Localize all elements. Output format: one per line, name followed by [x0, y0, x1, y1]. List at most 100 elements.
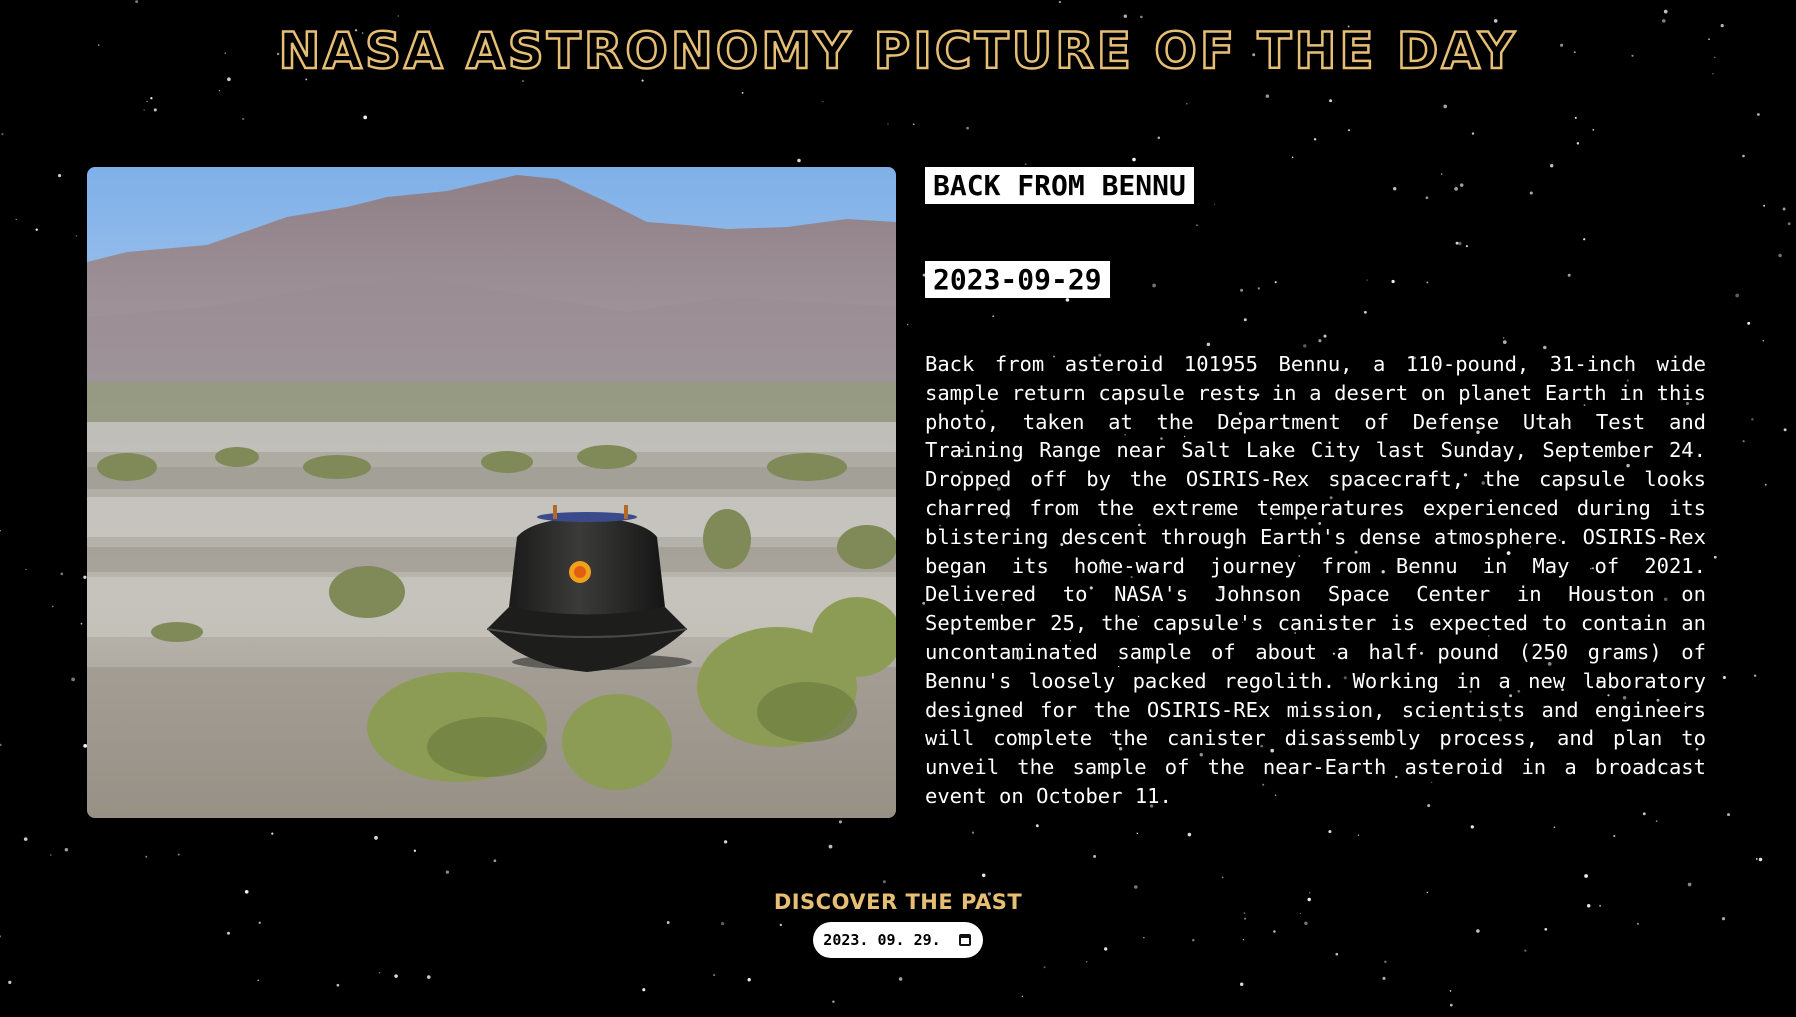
- star: [1382, 976, 1386, 980]
- star: [50, 854, 52, 856]
- star: [1764, 483, 1767, 486]
- star: [336, 983, 340, 987]
- star: [1123, 14, 1127, 18]
- star: [1470, 825, 1474, 829]
- star: [1035, 824, 1039, 828]
- star: [1742, 154, 1745, 158]
- star: [1265, 94, 1270, 98]
- discover-section: DISCOVER THE PAST 2023. 09. 29.: [0, 890, 1796, 958]
- star: [271, 832, 274, 835]
- star: [1758, 857, 1763, 862]
- star: [153, 108, 157, 112]
- star: [8, 980, 12, 985]
- star: [713, 974, 716, 977]
- star: [15, 218, 17, 221]
- star: [1613, 834, 1616, 838]
- star: [1291, 156, 1294, 158]
- star: [1762, 339, 1765, 342]
- star: [1093, 854, 1097, 858]
- star: [1187, 832, 1192, 837]
- star: [747, 978, 751, 982]
- star: [143, 109, 145, 111]
- star: [1471, 132, 1475, 135]
- star: [1443, 104, 1447, 109]
- star: [1787, 222, 1791, 226]
- page-title: NASA ASTRONOMY PICTURE OF THE DAY: [277, 21, 1518, 82]
- star: [135, 0, 139, 3]
- star: [822, 101, 824, 103]
- star: [64, 847, 69, 852]
- star: [1755, 858, 1758, 860]
- star: [1021, 995, 1024, 997]
- date-picker-input[interactable]: 2023. 09. 29.: [813, 922, 983, 958]
- star: [1239, 982, 1244, 987]
- star: [797, 158, 801, 163]
- star: [1043, 966, 1046, 969]
- star: [242, 117, 245, 121]
- star: [1, 132, 4, 136]
- star: [1687, 882, 1692, 887]
- star: [1655, 820, 1658, 822]
- star: [1576, 142, 1580, 145]
- star: [1449, 990, 1452, 992]
- star: [25, 568, 27, 571]
- star: [906, 323, 909, 326]
- star: [882, 880, 886, 884]
- apod-date: 2023-09-29: [925, 261, 1110, 298]
- star: [145, 855, 148, 858]
- star: [218, 90, 221, 92]
- star: [971, 831, 975, 834]
- apod-title: BACK FROM BENNU: [925, 167, 1194, 204]
- star: [1735, 293, 1740, 298]
- apod-info: BACK FROM BENNU 2023-09-29 Back from ast…: [925, 167, 1706, 811]
- star: [1553, 826, 1556, 829]
- star: [1663, 9, 1668, 14]
- star: [1742, 440, 1745, 443]
- star: [397, 15, 399, 17]
- star: [1024, 163, 1027, 166]
- star: [1132, 157, 1136, 162]
- star: [23, 837, 28, 841]
- star: [898, 977, 903, 981]
- star: [493, 859, 497, 863]
- star: [838, 820, 842, 824]
- star: [1329, 99, 1333, 103]
- star: [642, 988, 646, 992]
- star: [1778, 253, 1782, 258]
- star: [1313, 138, 1317, 141]
- calendar-icon[interactable]: [958, 934, 971, 946]
- star: [0, 530, 1, 532]
- star: [1357, 834, 1360, 836]
- star: [1592, 128, 1595, 131]
- star: [427, 975, 431, 979]
- star: [1085, 960, 1088, 963]
- star: [1753, 674, 1757, 677]
- star: [374, 836, 378, 840]
- star: [828, 844, 833, 849]
- star: [1140, 15, 1143, 19]
- star: [0, 743, 2, 747]
- star: [1058, 0, 1062, 4]
- star: [1185, 102, 1188, 105]
- star: [51, 605, 54, 608]
- star: [1136, 832, 1139, 835]
- star: [75, 234, 78, 237]
- star: [177, 853, 180, 856]
- star: [1574, 116, 1577, 119]
- star: [363, 115, 368, 120]
- star: [35, 228, 38, 231]
- star: [150, 97, 153, 100]
- star: [1747, 321, 1751, 325]
- star: [58, 174, 62, 178]
- star: [912, 123, 915, 126]
- star: [981, 873, 986, 878]
- date-picker-value: 2023. 09. 29.: [823, 931, 941, 949]
- star: [723, 840, 728, 844]
- star: [257, 979, 259, 982]
- star: [1722, 675, 1726, 680]
- star: [887, 123, 889, 125]
- apod-explanation: Back from asteroid 101955 Bennu, a 110-p…: [925, 352, 1706, 808]
- apod-image: [87, 167, 896, 818]
- star: [146, 100, 148, 103]
- star: [1157, 136, 1161, 139]
